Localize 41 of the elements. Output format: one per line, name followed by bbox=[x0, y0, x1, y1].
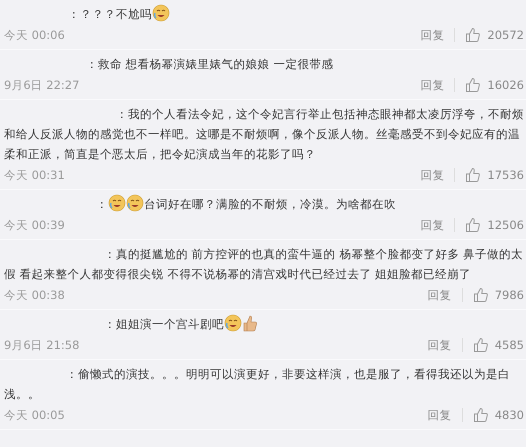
like-button[interactable]: 4830 bbox=[472, 407, 524, 423]
like-icon bbox=[472, 287, 489, 303]
comment-text: ：我的个人看法令妃，这个令妃言行举止包括神态眼神都太凌厉浮夸，不耐烦和给人反派人物的感觉也不一样吧。这哪是不耐烦啊，像个反派人物。丝毫感受不到令妃应有的温柔和正派，简直是个恶太后，把令妃演成当年的花影了吗？ bbox=[4, 107, 524, 161]
reply-link[interactable]: 回复 bbox=[428, 338, 452, 352]
comment-time: 今天 00:39 bbox=[4, 218, 66, 232]
comment-time: 9月6日 21:58 bbox=[4, 338, 80, 352]
like-icon bbox=[472, 407, 489, 423]
like-icon bbox=[465, 77, 482, 93]
reply-link[interactable]: 回复 bbox=[420, 168, 444, 182]
like-icon bbox=[472, 337, 489, 353]
reply-link[interactable]: 回复 bbox=[420, 218, 444, 232]
like-button[interactable]: 20572 bbox=[465, 27, 524, 43]
comment-text: ：救命 想看杨幂演婊里婊气的娘娘 一定很带感 bbox=[86, 57, 334, 71]
emoji-face-icon bbox=[224, 314, 242, 332]
like-button[interactable]: 16026 bbox=[465, 77, 524, 93]
comment-time: 今天 00:38 bbox=[4, 288, 66, 302]
comment-text: 台词好在哪？满脸的不耐烦，冷漠。为啥都在吹 bbox=[144, 197, 396, 211]
reply-link[interactable]: 回复 bbox=[420, 28, 444, 42]
like-icon bbox=[465, 217, 482, 233]
like-icon bbox=[465, 167, 482, 183]
like-button[interactable]: 17536 bbox=[465, 167, 524, 183]
comment-time: 今天 00:05 bbox=[4, 408, 66, 422]
like-button[interactable]: 12506 bbox=[465, 217, 524, 233]
comment-text: ： bbox=[96, 197, 108, 211]
emoji-face-icon bbox=[152, 4, 170, 22]
like-button[interactable]: 7986 bbox=[472, 287, 524, 303]
reply-link[interactable]: 回复 bbox=[428, 288, 452, 302]
comment-time: 今天 00:31 bbox=[4, 168, 66, 182]
like-icon bbox=[465, 27, 482, 43]
emoji-thumbs-up-icon bbox=[242, 314, 258, 332]
comment-text: ：偷懒式的演技。。。明明可以演更好，非要这样演，也是服了，看得我还以为是白浅。。 bbox=[4, 367, 510, 401]
comment-text: ：？？？不尬吗 bbox=[68, 7, 152, 21]
emoji-face-icon bbox=[108, 194, 126, 212]
like-button[interactable]: 4585 bbox=[472, 337, 524, 353]
comment-time: 今天 00:06 bbox=[4, 28, 66, 42]
comment-time: 9月6日 22:27 bbox=[4, 78, 80, 92]
comment-text: ：真的挺尴尬的 前方控评的也真的蛮牛逼的 杨幂整个脸都变了好多 鼻子做的太假 看起来整个人都变得很尖锐 不得不说杨幂的清宫戏时代已经过去了 姐姐脸都已经崩了 bbox=[4, 247, 523, 281]
emoji-face-icon bbox=[126, 194, 144, 212]
reply-link[interactable]: 回复 bbox=[420, 78, 444, 92]
comment-text: ：姐姐演一个宫斗剧吧 bbox=[104, 317, 224, 331]
reply-link[interactable]: 回复 bbox=[428, 408, 452, 422]
